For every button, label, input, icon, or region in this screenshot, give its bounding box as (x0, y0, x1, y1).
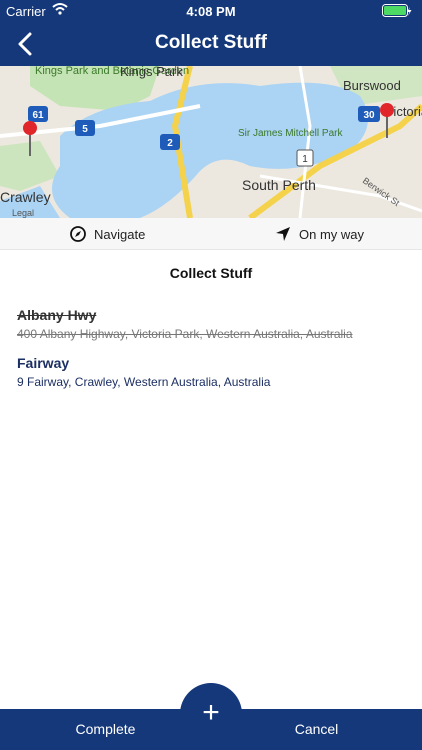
shield-1-icon: 1 (296, 149, 314, 167)
add-button[interactable]: + (180, 683, 242, 745)
navigate-button[interactable]: Navigate (70, 218, 145, 250)
map-label-burswood: Burswood (343, 78, 401, 93)
compass-icon (70, 226, 86, 242)
status-bar: Carrier 4:08 PM (0, 0, 422, 22)
map-actions: Navigate On my way (0, 218, 422, 250)
list-title: Collect Stuff (169, 265, 253, 281)
navigation-bar: Carrier 4:08 PM Collect Stuff (0, 0, 422, 66)
map-label-sir-james: Sir James Mitchell Park (238, 128, 343, 139)
page-title: Collect Stuff (155, 32, 267, 53)
location-arrow-icon (276, 227, 290, 241)
cancel-button[interactable]: Cancel (211, 721, 422, 737)
on-my-way-button[interactable]: On my way (275, 218, 364, 250)
navigate-label: Navigate (94, 226, 146, 242)
svg-text:5: 5 (82, 124, 88, 135)
svg-text:1: 1 (302, 154, 308, 165)
map-label-crawley: Crawley (0, 189, 51, 205)
shield-5-icon: 5 (75, 120, 95, 136)
item-name: Albany Hwy (17, 307, 97, 323)
item-address: 9 Fairway, Crawley, Western Australia, A… (17, 375, 271, 389)
shield-30-icon: 30 (358, 106, 380, 122)
map-view[interactable]: 61 5 2 1 30 Kings Park and Botanic Garde… (0, 66, 422, 218)
item-address: 400 Albany Highway, Victoria Park, Weste… (17, 327, 353, 341)
item-name: Fairway (17, 355, 70, 371)
svg-text:61: 61 (32, 110, 44, 121)
svg-text:2: 2 (167, 138, 173, 149)
list-item[interactable]: Fairway 9 Fairway, Crawley, Western Aust… (17, 355, 407, 389)
map-label-south-perth: South Perth (242, 177, 316, 193)
status-time: 4:08 PM (186, 4, 236, 19)
list-item[interactable]: Albany Hwy 400 Albany Highway, Victoria … (17, 307, 407, 341)
svg-text:30: 30 (363, 110, 375, 121)
complete-button[interactable]: Complete (0, 721, 211, 737)
shield-61-icon: 61 (28, 106, 48, 122)
shield-2-icon: 2 (160, 134, 180, 150)
map-label-kings-park: Kings Park (120, 66, 183, 79)
battery-icon (382, 4, 412, 20)
on-my-way-label: On my way (299, 226, 365, 242)
map-legal-link: Legal (12, 208, 34, 218)
